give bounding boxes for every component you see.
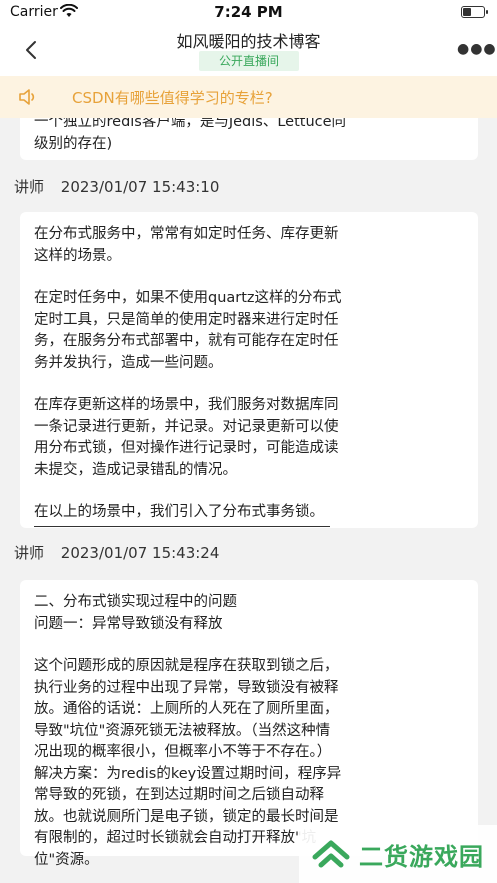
message-paragraph: 二、分布式锁实现过程中的问题 问题一：异常导致锁没有释放	[34, 594, 237, 632]
message-time: 2023/01/07 15:43:24	[60, 544, 220, 562]
message-list[interactable]: 一个独立的redis客户端，是与Jedis、Lettuce同 级别的存在) 讲师…	[0, 110, 497, 883]
live-room-badge: 公开直播间	[199, 51, 299, 71]
message-time: 2023/01/07 15:43:10	[60, 178, 220, 196]
battery-icon	[461, 6, 488, 18]
message-paragraph: 在定时任务中，如果不使用quartz这样的分布式 定时工具，只是简单的使用定时器…	[34, 290, 342, 371]
watermark-text: 二货游戏园	[359, 843, 484, 871]
nav-bar: 如风暖阳的技术博客 公开直播间 ●●●	[0, 26, 497, 76]
message-paragraph: 在库存更新这样的场景中，我们服务对数据库同 一条记录进行更新，并记录。对记录更新…	[34, 397, 339, 478]
clock: 7:24 PM	[214, 3, 283, 21]
divider	[34, 525, 330, 527]
notice-text: CSDN有哪些值得学习的专栏?	[72, 89, 273, 107]
message-paragraph: 在分布式服务中，常常有如定时任务、库存更新 这样的场景。	[34, 226, 339, 264]
message-paragraph: 在以上的场景中，我们引入了分布式事务锁。	[34, 504, 324, 520]
message-line: 级别的存在)	[34, 135, 113, 152]
sender-label: 讲师	[14, 178, 45, 196]
logo-icon	[312, 840, 350, 868]
watermark: 二货游戏园	[299, 825, 497, 883]
message-bubble: 在分布式服务中，常常有如定时任务、库存更新 这样的场景。 在定时任务中，如果不使…	[20, 212, 478, 528]
notice-bar[interactable]: CSDN有哪些值得学习的专栏?	[0, 76, 497, 118]
status-bar: Carrier 7:24 PM	[0, 0, 497, 26]
sender-label: 讲师	[14, 544, 45, 562]
page-title: 如风暖阳的技术博客	[176, 32, 321, 51]
speaker-icon	[19, 89, 35, 105]
message-meta: 讲师 2023/01/07 15:43:24	[14, 542, 219, 563]
more-icon[interactable]: ●●●	[457, 41, 496, 59]
message-meta: 讲师 2023/01/07 15:43:10	[14, 176, 219, 197]
message-bubble: 二、分布式锁实现过程中的问题 问题一：异常导致锁没有释放 这个问题形成的原因就是…	[20, 580, 478, 868]
